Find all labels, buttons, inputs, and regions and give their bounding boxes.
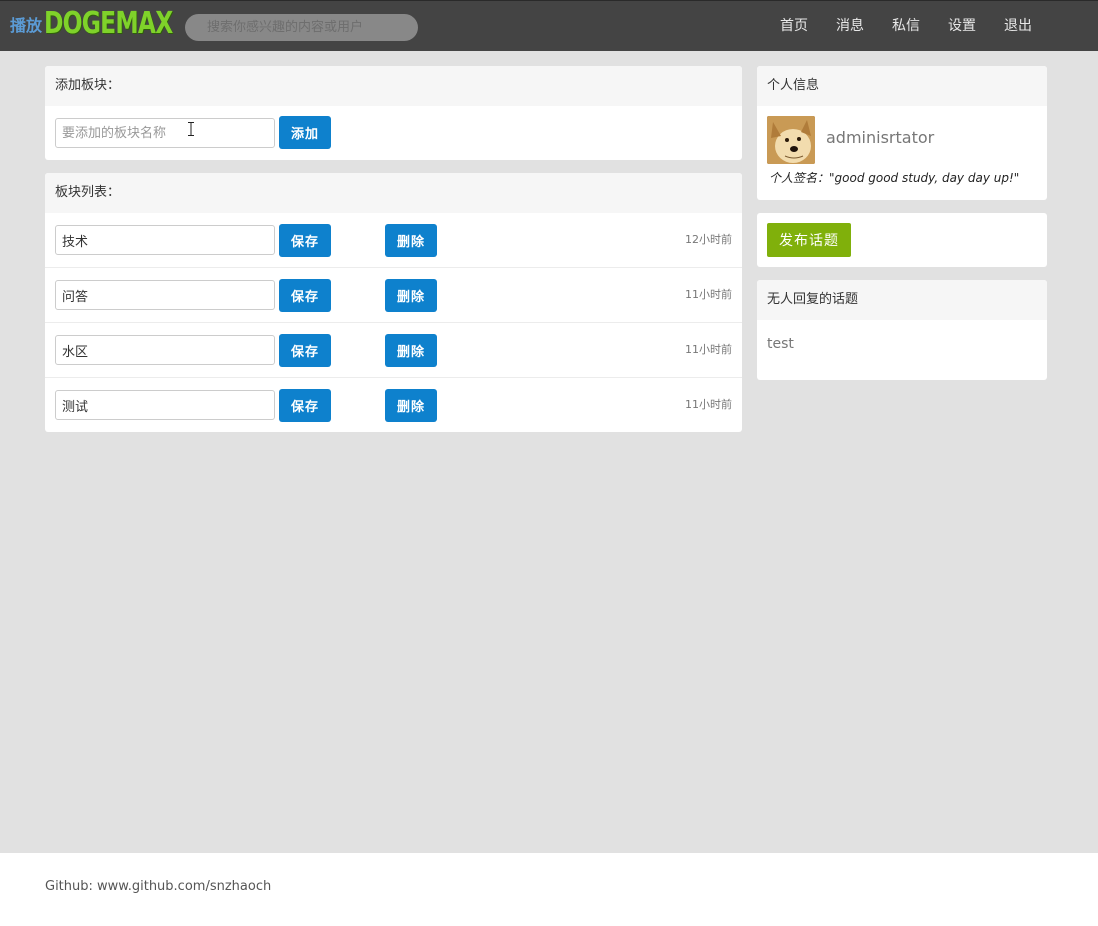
nav-home[interactable]: 首页 bbox=[780, 1, 808, 52]
board-name-input[interactable] bbox=[55, 280, 275, 310]
nav-settings[interactable]: 设置 bbox=[948, 1, 976, 52]
top-navbar: 播放 DOGEMAX 首页 消息 私信 设置 退出 bbox=[0, 0, 1098, 51]
unanswered-topic-link[interactable]: test bbox=[767, 336, 794, 352]
profile-panel: 个人信息 adminisrtator 个人签名："good good study… bbox=[757, 66, 1047, 200]
delete-button[interactable]: 删除 bbox=[385, 279, 437, 312]
board-name-input[interactable] bbox=[55, 335, 275, 365]
add-board-button[interactable]: 添加 bbox=[279, 116, 331, 149]
delete-button[interactable]: 删除 bbox=[385, 334, 437, 367]
save-button[interactable]: 保存 bbox=[279, 389, 331, 422]
board-name-input[interactable] bbox=[55, 225, 275, 255]
nav-messages[interactable]: 消息 bbox=[836, 1, 864, 52]
delete-button[interactable]: 删除 bbox=[385, 224, 437, 257]
board-name-input[interactable] bbox=[55, 390, 275, 420]
username[interactable]: adminisrtator bbox=[826, 128, 934, 147]
site-logo[interactable]: DOGEMAX bbox=[44, 6, 173, 41]
doge-avatar-icon bbox=[767, 116, 815, 164]
nav-private-messages[interactable]: 私信 bbox=[892, 1, 920, 52]
unanswered-topics-panel: 无人回复的话题 test bbox=[757, 280, 1047, 380]
board-row: 保存 删除 11小时前 bbox=[45, 323, 742, 378]
board-row: 保存 删除 12小时前 bbox=[45, 213, 742, 268]
add-board-title: 添加板块： bbox=[45, 66, 742, 106]
nav-links: 首页 消息 私信 设置 退出 bbox=[780, 1, 1032, 52]
board-time: 11小时前 bbox=[685, 288, 732, 301]
publish-panel: 发布话题 bbox=[757, 213, 1047, 267]
save-button[interactable]: 保存 bbox=[279, 279, 331, 312]
save-button[interactable]: 保存 bbox=[279, 224, 331, 257]
save-button[interactable]: 保存 bbox=[279, 334, 331, 367]
signature: 个人签名："good good study, day day up!" bbox=[769, 171, 1020, 185]
board-row: 保存 删除 11小时前 bbox=[45, 378, 742, 432]
text-cursor-icon bbox=[188, 122, 194, 136]
add-board-panel: 添加板块： 添加 bbox=[45, 66, 742, 160]
new-board-name-input[interactable] bbox=[55, 118, 275, 148]
footer: Github: www.github.com/snzhaoch bbox=[0, 853, 1098, 926]
board-time: 12小时前 bbox=[685, 233, 732, 246]
avatar[interactable] bbox=[767, 116, 815, 164]
profile-title: 个人信息 bbox=[757, 66, 1047, 106]
search-input[interactable] bbox=[185, 14, 418, 41]
board-row: 保存 删除 11小时前 bbox=[45, 268, 742, 323]
board-list-panel: 板块列表： 保存 删除 12小时前 保存 删除 11小时前 保存 删除 11小时… bbox=[45, 173, 742, 432]
publish-topic-button[interactable]: 发布话题 bbox=[767, 223, 851, 257]
board-time: 11小时前 bbox=[685, 398, 732, 411]
board-time: 11小时前 bbox=[685, 343, 732, 356]
delete-button[interactable]: 删除 bbox=[385, 389, 437, 422]
logo-play-label: 播放 bbox=[10, 16, 43, 35]
nav-logout[interactable]: 退出 bbox=[1004, 1, 1032, 52]
board-list-title: 板块列表： bbox=[45, 173, 742, 213]
unanswered-topics-title: 无人回复的话题 bbox=[757, 280, 1047, 320]
footer-github-link[interactable]: Github: www.github.com/snzhaoch bbox=[45, 879, 271, 894]
